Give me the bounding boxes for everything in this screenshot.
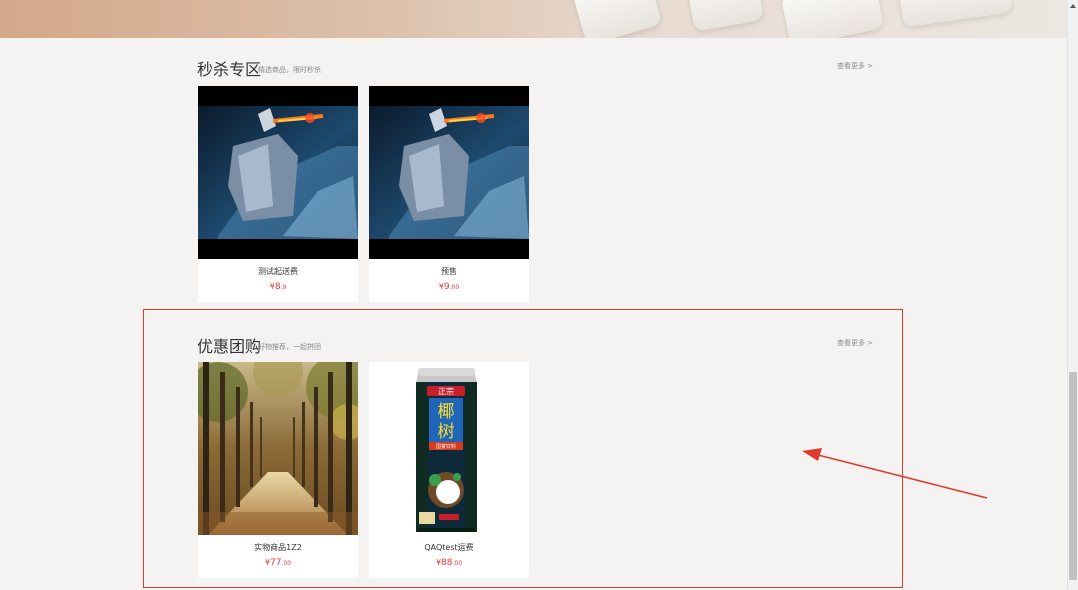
product-name[interactable]: QAQtest运费 — [369, 542, 529, 553]
product-image[interactable]: 正宗 椰 树 国宴饮料 — [369, 362, 529, 535]
product-price: ¥9.00 — [369, 282, 529, 292]
price-decimal: .00 — [281, 560, 292, 567]
top-banner[interactable] — [0, 0, 1068, 38]
product-price: ¥88.00 — [369, 558, 529, 568]
product-price: ¥8.9 — [198, 282, 358, 292]
product-card[interactable]: 正宗 椰 树 国宴饮料 QAQtest运费 ¥88.00 — [369, 362, 529, 578]
annotation-arrow — [802, 448, 988, 499]
product-card[interactable]: 测试起送费 ¥8.9 — [198, 86, 358, 302]
can-label-top: 正宗 — [438, 386, 454, 396]
price-decimal: .9 — [280, 284, 287, 291]
banner-product-bottle — [897, 0, 1013, 28]
product-card[interactable]: 预售 ¥9.00 — [369, 86, 529, 302]
product-name[interactable]: 实物商品1Z2 — [198, 542, 358, 553]
product-image[interactable] — [198, 86, 358, 259]
banner-product-bottle — [571, 0, 663, 38]
group-buy-section-title: 优惠团购 — [197, 337, 262, 356]
seckill-section-title: 秒杀专区 — [197, 60, 262, 79]
product-image[interactable] — [198, 362, 358, 535]
page-scrollbar[interactable] — [1067, 0, 1078, 590]
seckill-section-subtitle: 精选商品，限时秒杀 — [258, 66, 321, 74]
banner-product-bottle — [686, 0, 764, 32]
group-buy-view-more-link[interactable]: 查看更多 > — [837, 338, 873, 348]
price-decimal: .00 — [452, 560, 463, 567]
group-buy-section-subtitle: 好物推荐，一起拼团 — [258, 343, 321, 351]
can-brand-text-1: 椰 — [438, 402, 455, 422]
scrollbar-thumb[interactable] — [1069, 372, 1077, 580]
scroll-up-arrow-icon[interactable] — [1070, 4, 1076, 8]
product-image[interactable] — [369, 86, 529, 259]
can-brand-text-2: 树 — [438, 422, 455, 442]
price-integer: 88 — [441, 558, 453, 568]
product-name[interactable]: 预售 — [369, 266, 529, 277]
price-decimal: .00 — [449, 284, 460, 291]
product-name[interactable]: 测试起送费 — [198, 266, 358, 277]
product-card[interactable]: 实物商品1Z2 ¥77.00 — [198, 362, 358, 578]
seckill-view-more-link[interactable]: 查看更多 > — [837, 61, 873, 71]
can-badge-text: 国宴饮料 — [436, 443, 456, 450]
product-price: ¥77.00 — [198, 558, 358, 568]
price-integer: 77 — [270, 558, 282, 568]
banner-product-bottle — [780, 0, 885, 38]
